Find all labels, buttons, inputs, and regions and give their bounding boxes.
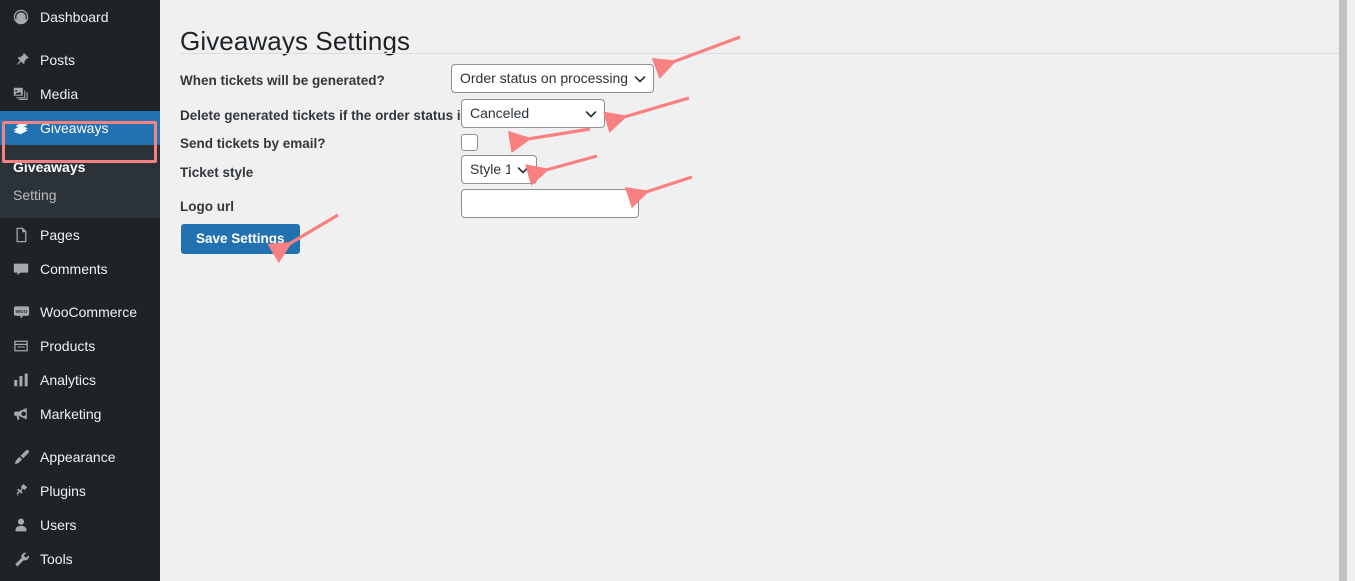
ticket-style-select-wrap: Style 1 xyxy=(461,155,537,184)
sidebar-item-label: Comments xyxy=(40,261,108,277)
label-when-generated: When tickets will be generated? xyxy=(180,72,385,88)
row-when-generated: When tickets will be generated? xyxy=(180,68,385,92)
sidebar-item-label: Tools xyxy=(40,551,73,567)
pin-icon xyxy=(11,50,31,70)
when-generated-select[interactable]: Order status on processing xyxy=(451,64,654,93)
sidebar-item-analytics[interactable]: Analytics xyxy=(0,363,160,397)
sidebar-item-label: Users xyxy=(40,517,77,533)
sidebar-item-tools[interactable]: Tools xyxy=(0,542,160,576)
submenu-item-setting[interactable]: Setting xyxy=(0,181,160,209)
wrench-icon xyxy=(11,549,31,569)
sidebar-item-plugins[interactable]: Plugins xyxy=(0,474,160,508)
sidebar-item-label: Products xyxy=(40,338,96,354)
row-delete-on-status: Delete generated tickets if the order st… xyxy=(180,103,468,127)
analytics-icon xyxy=(11,370,31,390)
svg-text:WOO: WOO xyxy=(15,309,27,315)
paintbrush-icon xyxy=(11,447,31,467)
save-settings-button[interactable]: Save Settings xyxy=(181,224,300,254)
media-icon xyxy=(11,84,31,104)
dashboard-icon xyxy=(11,7,31,27)
sidebar-submenu: Giveaways Setting xyxy=(0,145,160,218)
sidebar-separator xyxy=(0,431,160,440)
label-delete-on-status: Delete generated tickets if the order st… xyxy=(180,107,469,123)
sidebar-item-label: Appearance xyxy=(40,449,116,465)
when-generated-control: Order status on processing xyxy=(451,64,654,93)
sidebar-item-label: WooCommerce xyxy=(40,304,137,320)
sidebar-item-appearance[interactable]: Appearance xyxy=(0,440,160,474)
send-by-email-control xyxy=(461,134,478,156)
comments-icon xyxy=(11,259,31,279)
logo-url-input[interactable] xyxy=(461,189,639,218)
send-by-email-checkbox[interactable] xyxy=(461,134,478,151)
label-send-by-email: Send tickets by email? xyxy=(180,135,326,151)
sidebar-item-label: Posts xyxy=(40,52,76,68)
row-send-by-email: Send tickets by email? xyxy=(180,131,326,155)
when-generated-select-wrap: Order status on processing xyxy=(451,64,654,93)
sidebar-item-woocommerce[interactable]: WOO WooCommerce xyxy=(0,295,160,329)
vertical-scrollbar-track[interactable] xyxy=(1339,0,1347,581)
sidebar-item-label: Plugins xyxy=(40,483,86,499)
sidebar-item-label: Pages xyxy=(40,227,80,243)
logo-url-control xyxy=(461,189,639,218)
sidebar-item-giveaways[interactable]: Giveaways xyxy=(0,111,160,145)
delete-on-status-select[interactable]: Canceled xyxy=(461,99,605,128)
sidebar-item-label: Marketing xyxy=(40,406,102,422)
admin-sidebar: Dashboard Posts Media Giveaways Giveaways Set… xyxy=(0,0,160,581)
title-divider xyxy=(180,53,1339,54)
woocommerce-icon: WOO xyxy=(11,302,31,322)
delete-on-status-control: Canceled xyxy=(461,99,605,128)
sidebar-item-dashboard[interactable]: Dashboard xyxy=(0,0,160,34)
sidebar-item-media[interactable]: Media xyxy=(0,77,160,111)
settings-content: Giveaways Settings When tickets will be … xyxy=(160,0,1347,581)
ticket-style-select[interactable]: Style 1 xyxy=(461,155,537,184)
plug-icon xyxy=(11,481,31,501)
sidebar-item-posts[interactable]: Posts xyxy=(0,43,160,77)
sidebar-item-pages[interactable]: Pages xyxy=(0,218,160,252)
row-logo-url: Logo url xyxy=(180,194,234,218)
sidebar-separator xyxy=(0,286,160,295)
label-ticket-style: Ticket style xyxy=(180,164,254,180)
sidebar-item-comments[interactable]: Comments xyxy=(0,252,160,286)
ticket-style-control: Style 1 xyxy=(461,155,537,184)
vertical-scrollbar-thumb[interactable] xyxy=(1339,0,1347,581)
sidebar-item-label: Giveaways xyxy=(40,120,109,136)
sidebar-item-products[interactable]: Products xyxy=(0,329,160,363)
sidebar-item-users[interactable]: Users xyxy=(0,508,160,542)
sidebar-menu-list: Dashboard Posts Media Giveaways Giveaways Set… xyxy=(0,0,160,576)
sidebar-separator xyxy=(0,34,160,43)
delete-on-status-select-wrap: Canceled xyxy=(461,99,605,128)
submenu-item-giveaways[interactable]: Giveaways xyxy=(0,153,160,181)
tickets-icon xyxy=(11,118,31,138)
label-logo-url: Logo url xyxy=(180,198,234,214)
sidebar-item-label: Media xyxy=(40,86,79,102)
sidebar-item-marketing[interactable]: Marketing xyxy=(0,397,160,431)
user-icon xyxy=(11,515,31,535)
sidebar-item-label: Dashboard xyxy=(40,9,109,25)
wordpress-admin-screen: Dashboard Posts Media Giveaways Giveaways Set… xyxy=(0,0,1355,581)
pages-icon xyxy=(11,225,31,245)
sidebar-item-label: Analytics xyxy=(40,372,97,388)
products-icon xyxy=(11,336,31,356)
megaphone-icon xyxy=(11,404,31,424)
row-ticket-style: Ticket style xyxy=(180,160,253,184)
